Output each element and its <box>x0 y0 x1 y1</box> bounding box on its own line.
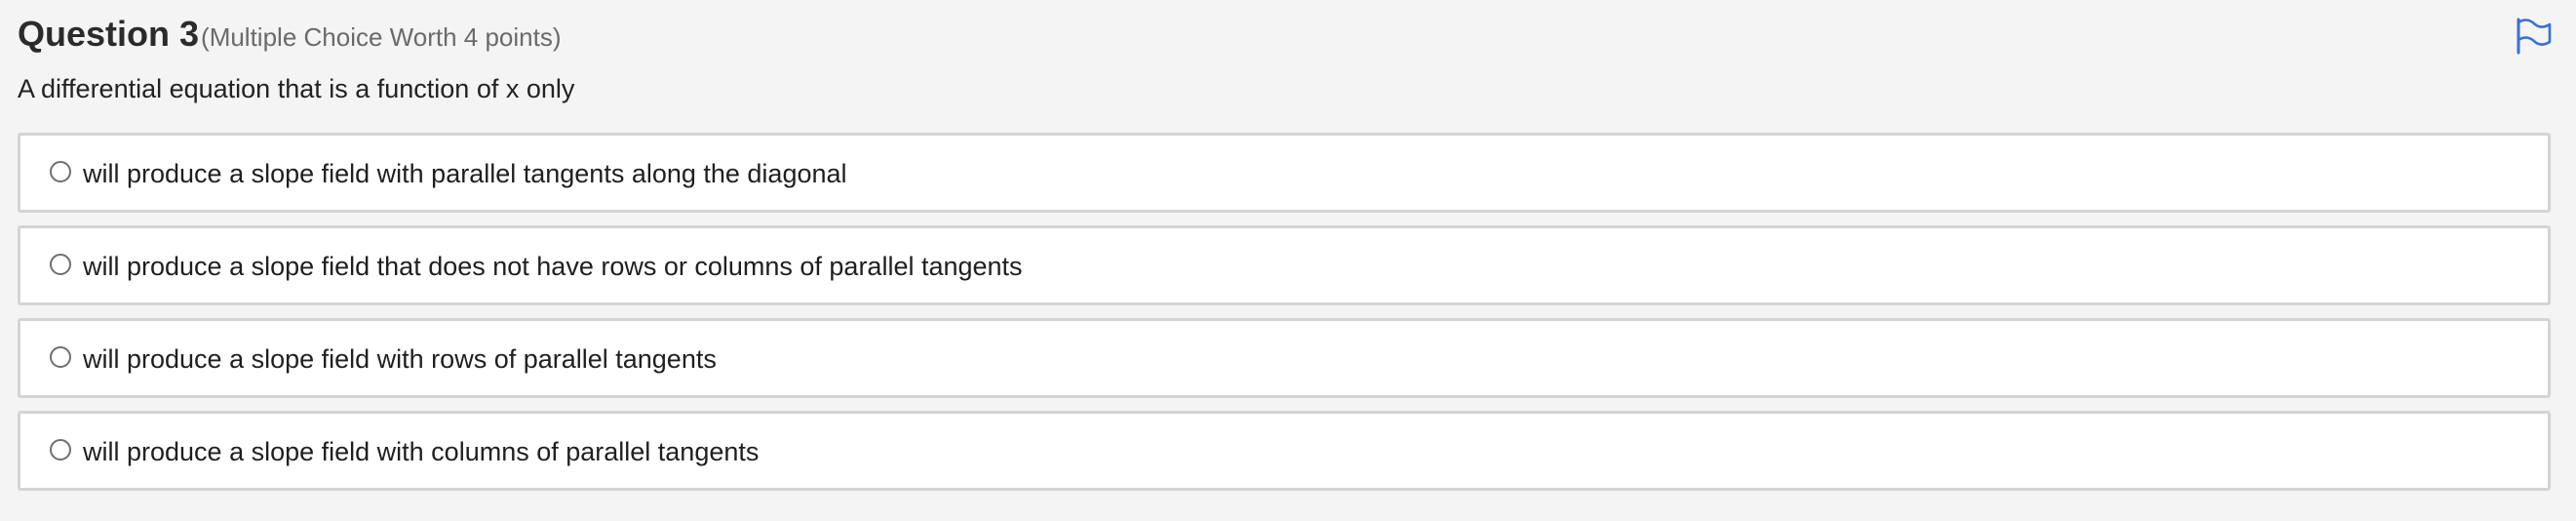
question-points: (Multiple Choice Worth 4 points) <box>201 22 562 52</box>
flag-question-button[interactable] <box>2514 16 2553 55</box>
question-header: Question 3 (Multiple Choice Worth 4 poin… <box>18 14 561 55</box>
radio-button[interactable] <box>50 439 71 461</box>
answer-choice-label: will produce a slope field with parallel… <box>83 159 847 188</box>
answer-choice-2[interactable]: will produce a slope field that does not… <box>18 225 2551 305</box>
question-prompt: A differential equation that is a functi… <box>18 74 575 103</box>
answer-choices: will produce a slope field with parallel… <box>18 133 2551 503</box>
radio-button[interactable] <box>50 346 71 368</box>
answer-choice-label: will produce a slope field with columns … <box>83 437 760 466</box>
radio-button[interactable] <box>50 161 71 182</box>
radio-button[interactable] <box>50 254 71 275</box>
flag-icon <box>2517 18 2552 55</box>
answer-choice-label: will produce a slope field that does not… <box>83 252 1023 281</box>
question-title: Question 3 <box>18 14 200 54</box>
answer-choice-3[interactable]: will produce a slope field with rows of … <box>18 318 2551 398</box>
answer-choice-4[interactable]: will produce a slope field with columns … <box>18 411 2551 491</box>
answer-choice-1[interactable]: will produce a slope field with parallel… <box>18 133 2551 213</box>
answer-choice-label: will produce a slope field with rows of … <box>83 344 717 374</box>
